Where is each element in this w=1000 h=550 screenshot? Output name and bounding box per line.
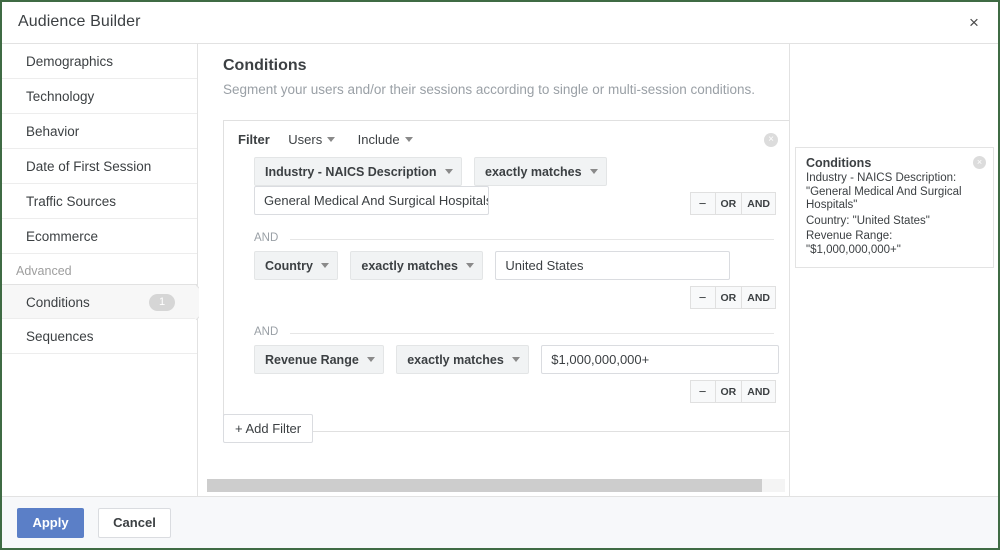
remove-summary-icon[interactable]: × bbox=[973, 156, 986, 169]
sidebar-item-ecommerce[interactable]: Ecommerce bbox=[2, 219, 197, 254]
scrollbar-thumb[interactable] bbox=[207, 479, 762, 492]
apply-button[interactable]: Apply bbox=[17, 508, 84, 538]
sidebar-item-behavior[interactable]: Behavior bbox=[2, 114, 197, 149]
filter-scope-value: Users bbox=[288, 132, 323, 147]
filter-card: Filter Users Include × Industry - NAICS … bbox=[223, 120, 789, 432]
remove-filter-icon[interactable]: × bbox=[764, 133, 778, 147]
filter-label: Filter bbox=[238, 132, 270, 147]
chevron-down-icon bbox=[327, 137, 336, 143]
close-icon[interactable]: × bbox=[962, 11, 986, 35]
condition-row: Revenue Range exactly matches $1,000,000… bbox=[224, 345, 789, 417]
sidebar-item-label: Date of First Session bbox=[26, 159, 152, 174]
chevron-down-icon bbox=[589, 169, 598, 175]
sidebar-item-demographics[interactable]: Demographics bbox=[2, 44, 197, 79]
dimension-dropdown[interactable]: Country bbox=[254, 251, 338, 280]
sidebar-item-conditions[interactable]: Conditions 1 bbox=[2, 284, 197, 319]
dimension-value: Revenue Range bbox=[265, 353, 359, 367]
operator-value: exactly matches bbox=[407, 353, 504, 367]
condition-value-input[interactable]: $1,000,000,000+ bbox=[541, 345, 780, 374]
and-separator: AND bbox=[254, 323, 774, 345]
and-button[interactable]: AND bbox=[742, 286, 776, 309]
remove-condition-button[interactable]: − bbox=[689, 286, 716, 309]
summary-line: Industry - NAICS Description: "General M… bbox=[806, 172, 962, 211]
and-separator-label: AND bbox=[254, 326, 287, 338]
dimension-dropdown[interactable]: Revenue Range bbox=[254, 345, 384, 374]
sidebar-item-sequences[interactable]: Sequences bbox=[2, 319, 197, 354]
chevron-down-icon bbox=[404, 137, 413, 143]
condition-value-input[interactable]: United States bbox=[495, 251, 731, 280]
dimension-value: Country bbox=[265, 259, 313, 273]
chevron-down-icon bbox=[366, 357, 375, 363]
chevron-down-icon bbox=[465, 263, 474, 269]
sidebar-item-label: Behavior bbox=[26, 124, 80, 139]
sidebar: Demographics Technology Behavior Date of… bbox=[2, 44, 198, 496]
summary-line: Country: "United States" bbox=[806, 214, 930, 227]
and-separator-label: AND bbox=[254, 232, 287, 244]
dialog-title: Audience Builder bbox=[18, 13, 141, 30]
sidebar-group-advanced: Advanced bbox=[16, 264, 72, 278]
and-separator: AND bbox=[254, 229, 774, 251]
sidebar-item-date-of-first-session[interactable]: Date of First Session bbox=[2, 149, 197, 184]
main-panel: Conditions Segment your users and/or the… bbox=[199, 44, 789, 496]
add-filter-button[interactable]: + Add Filter bbox=[223, 414, 314, 443]
dimension-value: Industry - NAICS Description bbox=[265, 165, 437, 179]
page-subtitle: Segment your users and/or their sessions… bbox=[223, 82, 756, 97]
sidebar-item-label: Ecommerce bbox=[26, 229, 99, 244]
remove-condition-button[interactable]: − bbox=[689, 380, 716, 403]
condition-value-input[interactable]: General Medical And Surgical Hospitals bbox=[254, 186, 489, 215]
operator-dropdown[interactable]: exactly matches bbox=[350, 251, 483, 280]
condition-row: Country exactly matches United States − … bbox=[224, 251, 789, 323]
and-button[interactable]: AND bbox=[742, 380, 776, 403]
sidebar-item-label: Traffic Sources bbox=[26, 194, 117, 209]
filter-scope-dropdown[interactable]: Users bbox=[288, 132, 349, 147]
audience-builder-dialog: Audience Builder × Demographics Technolo… bbox=[0, 0, 1000, 550]
condition-row: Industry - NAICS Description exactly mat… bbox=[224, 157, 789, 229]
and-button[interactable]: AND bbox=[742, 192, 776, 215]
sidebar-item-label: Conditions bbox=[26, 295, 90, 310]
page-title: Conditions bbox=[223, 57, 307, 74]
chevron-down-icon bbox=[320, 263, 329, 269]
sidebar-item-label: Demographics bbox=[26, 54, 114, 69]
or-button[interactable]: OR bbox=[715, 192, 743, 215]
operator-dropdown[interactable]: exactly matches bbox=[474, 157, 607, 186]
summary-card: Conditions Industry - NAICS Description:… bbox=[795, 147, 994, 268]
dialog-titlebar: Audience Builder × bbox=[2, 2, 998, 44]
operator-dropdown[interactable]: exactly matches bbox=[396, 345, 529, 374]
sidebar-item-label: Technology bbox=[26, 89, 95, 104]
filter-mode-dropdown[interactable]: Include bbox=[358, 132, 427, 147]
or-button[interactable]: OR bbox=[715, 286, 743, 309]
or-button[interactable]: OR bbox=[715, 380, 743, 403]
filter-card-header: Filter Users Include × bbox=[224, 131, 789, 157]
remove-condition-button[interactable]: − bbox=[689, 192, 716, 215]
filter-mode-value: Include bbox=[357, 132, 400, 147]
conditions-count-badge: 1 bbox=[149, 294, 175, 311]
chevron-down-icon bbox=[444, 169, 453, 175]
dialog-footer: Apply Cancel bbox=[2, 496, 998, 548]
summary-panel: Conditions Industry - NAICS Description:… bbox=[789, 44, 998, 496]
row-actions: − OR AND bbox=[689, 380, 776, 403]
row-actions: − OR AND bbox=[689, 286, 776, 309]
sidebar-item-traffic-sources[interactable]: Traffic Sources bbox=[2, 184, 197, 219]
operator-value: exactly matches bbox=[361, 259, 458, 273]
dimension-dropdown[interactable]: Industry - NAICS Description bbox=[254, 157, 462, 186]
operator-value: exactly matches bbox=[485, 165, 582, 179]
summary-title: Conditions bbox=[806, 156, 872, 170]
chevron-down-icon bbox=[511, 357, 520, 363]
sidebar-item-label: Sequences bbox=[26, 329, 94, 344]
summary-line: Revenue Range: "$1,000,000,000+" bbox=[806, 230, 901, 256]
sidebar-item-technology[interactable]: Technology bbox=[2, 79, 197, 114]
cancel-button[interactable]: Cancel bbox=[98, 508, 171, 538]
row-actions: − OR AND bbox=[689, 192, 776, 215]
horizontal-scrollbar[interactable] bbox=[207, 479, 785, 492]
